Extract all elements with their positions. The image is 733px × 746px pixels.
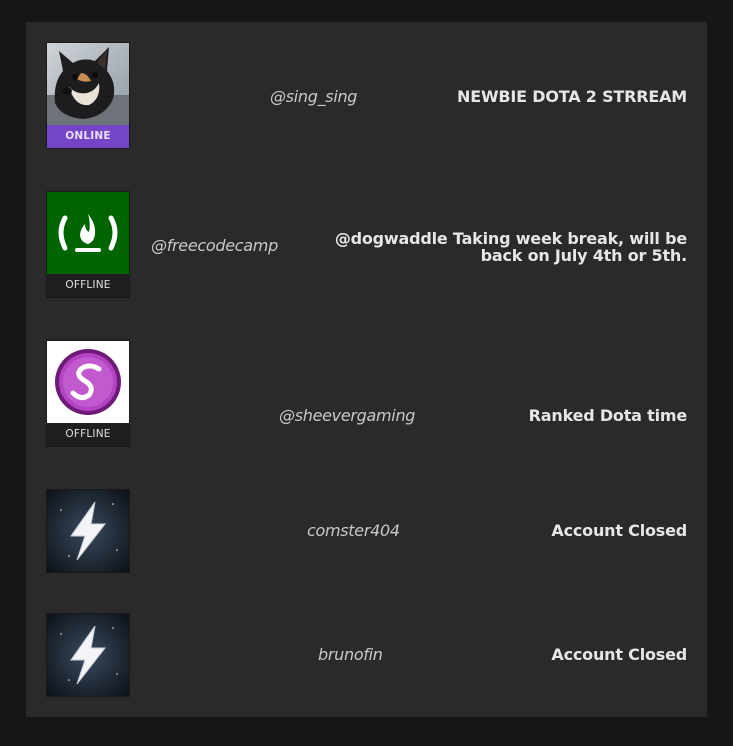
stream-title[interactable]: @dogwaddle Taking week break, will be ba… <box>292 230 687 264</box>
avatar[interactable]: OFFLINE <box>46 191 130 298</box>
streams-panel: ONLINE @sing_sing NEWBIE DOTA 2 STRREAM … <box>26 22 707 717</box>
stream-row[interactable]: ONLINE @sing_sing NEWBIE DOTA 2 STRREAM <box>26 42 707 150</box>
username-label[interactable]: @sheevergaming <box>279 406 415 425</box>
stream-row[interactable]: OFFLINE @freecodecamp @dogwaddle Taking … <box>26 191 707 299</box>
avatar[interactable] <box>46 489 130 573</box>
stream-title[interactable]: Ranked Dota time <box>529 407 688 424</box>
sheever-logo-icon <box>47 341 129 423</box>
username-label[interactable]: brunofin <box>318 645 383 664</box>
stream-title[interactable]: NEWBIE DOTA 2 STRREAM <box>457 88 687 105</box>
status-badge: OFFLINE <box>47 423 129 446</box>
stream-title[interactable]: Account Closed <box>551 646 687 663</box>
username-label[interactable]: comster404 <box>307 521 400 540</box>
stream-row[interactable]: OFFLINE @sheevergaming Ranked Dota time <box>26 340 707 448</box>
status-badge: OFFLINE <box>47 274 129 297</box>
freecodecamp-logo-icon <box>47 192 129 274</box>
avatar[interactable]: OFFLINE <box>46 340 130 447</box>
lightning-bolt-icon <box>47 614 129 696</box>
avatar[interactable] <box>46 613 130 697</box>
dog-photo-icon <box>47 43 129 125</box>
username-label[interactable]: @freecodecamp <box>151 236 278 255</box>
stream-title[interactable]: Account Closed <box>551 522 687 539</box>
status-badge: ONLINE <box>47 125 129 148</box>
avatar[interactable]: ONLINE <box>46 42 130 149</box>
lightning-bolt-icon <box>47 490 129 572</box>
stream-row[interactable]: brunofin Account Closed <box>26 613 707 697</box>
username-label[interactable]: @sing_sing <box>270 87 357 106</box>
stream-row[interactable]: comster404 Account Closed <box>26 489 707 573</box>
